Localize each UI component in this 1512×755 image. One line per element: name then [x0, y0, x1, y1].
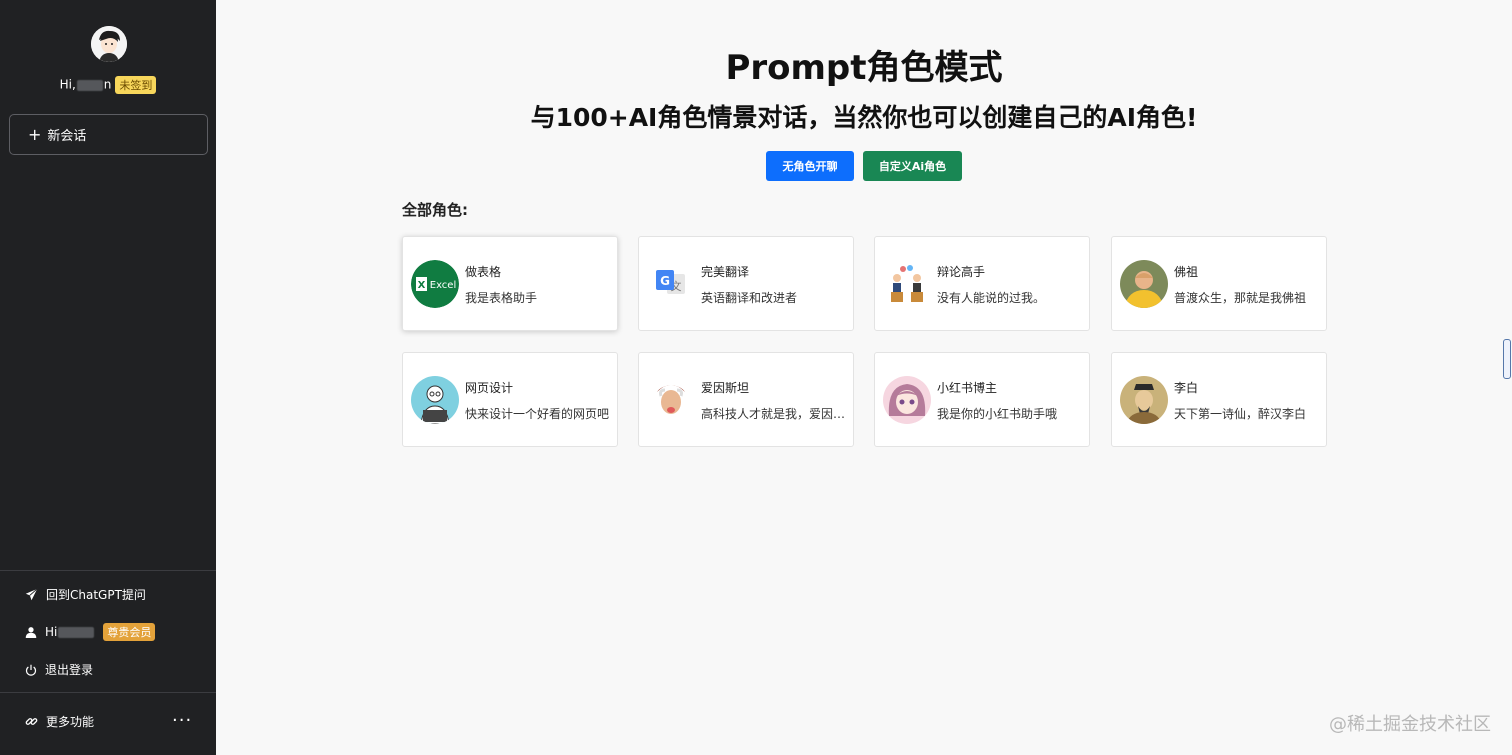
google-translate-icon: 文 G	[647, 260, 695, 308]
debate-icon	[883, 260, 931, 308]
role-desc: 快来设计一个好看的网页吧	[465, 407, 610, 421]
anime-girl-avatar	[883, 376, 931, 424]
excel-icon: X Excel	[411, 260, 459, 308]
role-name: 李白	[1174, 381, 1199, 395]
greeting-prefix: Hi,	[59, 77, 76, 92]
role-card-einstein[interactable]: 爱因斯坦 高科技人才就是我，爱因斯坦	[638, 352, 854, 447]
sidebar-item-label: 回到ChatGPT提问	[46, 588, 146, 602]
role-desc: 没有人能说的过我。	[937, 291, 1046, 305]
vip-badge: 尊贵会员	[103, 623, 156, 641]
new-chat-label: 新会话	[47, 129, 87, 144]
role-card-xiaohongshu[interactable]: 小红书博主 我是你的小红书助手哦	[874, 352, 1090, 447]
sidebar-divider	[0, 692, 216, 693]
role-card-buddha[interactable]: 佛祖 普渡众生，那就是我佛祖	[1111, 236, 1327, 331]
user-avatar[interactable]	[91, 26, 127, 62]
more-features-label: 更多功能	[46, 715, 95, 729]
more-options-icon[interactable]: ···	[172, 710, 192, 731]
page-subtitle: 与100+AI角色情景对话，当然你也可以创建自己的AI角色!	[530, 103, 1198, 132]
role-desc: 普渡众生，那就是我佛祖	[1174, 291, 1307, 305]
role-name: 做表格	[465, 265, 502, 279]
user-icon	[25, 627, 37, 638]
svg-text:G: G	[660, 274, 670, 288]
send-icon	[25, 588, 38, 601]
role-card-web-design[interactable]: 网页设计 快来设计一个好看的网页吧	[402, 352, 618, 447]
main-panel: Prompt角色模式 与100+AI角色情景对话，当然你也可以创建自己的AI角色…	[216, 0, 1512, 755]
sidebar-item-label: 退出登录	[45, 663, 94, 677]
libai-avatar	[1120, 376, 1168, 424]
no-role-chat-button[interactable]: 无角色开聊	[766, 151, 854, 181]
custom-role-button[interactable]: 自定义Ai角色	[863, 151, 962, 181]
role-card-translate[interactable]: 文 G 完美翻译 英语翻译和改进者	[638, 236, 854, 331]
redacted-name	[76, 79, 103, 91]
page-title: Prompt角色模式	[725, 48, 1003, 88]
web-designer-avatar	[411, 376, 459, 424]
role-card-libai[interactable]: 李白 天下第一诗仙，醉汉李白	[1111, 352, 1327, 447]
role-name: 小红书博主	[937, 381, 998, 395]
role-desc: 英语翻译和改进者	[701, 291, 798, 305]
redacted-name	[58, 626, 95, 638]
role-desc: 我是你的小红书助手哦	[937, 407, 1058, 421]
more-features-button[interactable]: 更多功能	[25, 713, 94, 730]
role-desc: 我是表格助手	[465, 291, 538, 305]
new-chat-button[interactable]: + 新会话	[9, 114, 208, 155]
sidebar-divider	[0, 570, 216, 571]
sidebar-item-label: Hi	[45, 625, 58, 639]
scrollbar-thumb[interactable]	[1503, 339, 1511, 379]
role-name: 完美翻译	[701, 265, 750, 279]
plus-icon: +	[28, 124, 42, 144]
sidebar-item-user[interactable]: Hi 尊贵会员	[25, 623, 156, 641]
role-card-debate[interactable]: 辩论高手 没有人能说的过我。	[874, 236, 1090, 331]
role-name: 佛祖	[1174, 265, 1199, 279]
power-icon	[25, 664, 37, 676]
role-name: 辩论高手	[937, 265, 986, 279]
einstein-avatar	[647, 376, 695, 424]
svg-text:Excel: Excel	[430, 280, 457, 291]
section-label-all-roles: 全部角色:	[402, 201, 468, 219]
role-desc: 天下第一诗仙，醉汉李白	[1174, 407, 1307, 421]
greeting-suffix: n	[103, 77, 112, 92]
sidebar: Hi, n 未签到 + 新会话 回到ChatGPT提问 Hi 尊贵会员 退出登录 更…	[0, 0, 216, 755]
user-greeting: Hi, n 未签到	[0, 76, 216, 94]
sidebar-item-logout[interactable]: 退出登录	[25, 661, 93, 678]
role-name: 网页设计	[465, 381, 514, 395]
link-icon	[25, 718, 38, 725]
checkin-badge[interactable]: 未签到	[115, 76, 157, 94]
buddha-avatar	[1120, 260, 1168, 308]
role-card-excel[interactable]: X Excel 做表格 我是表格助手	[402, 236, 618, 331]
watermark: @稀土掘金技术社区	[1329, 714, 1491, 735]
svg-text:X: X	[418, 280, 426, 291]
role-name: 爱因斯坦	[701, 381, 750, 395]
sidebar-item-back-to-chatgpt[interactable]: 回到ChatGPT提问	[25, 586, 146, 603]
role-desc: 高科技人才就是我，爱因斯坦	[701, 407, 847, 421]
